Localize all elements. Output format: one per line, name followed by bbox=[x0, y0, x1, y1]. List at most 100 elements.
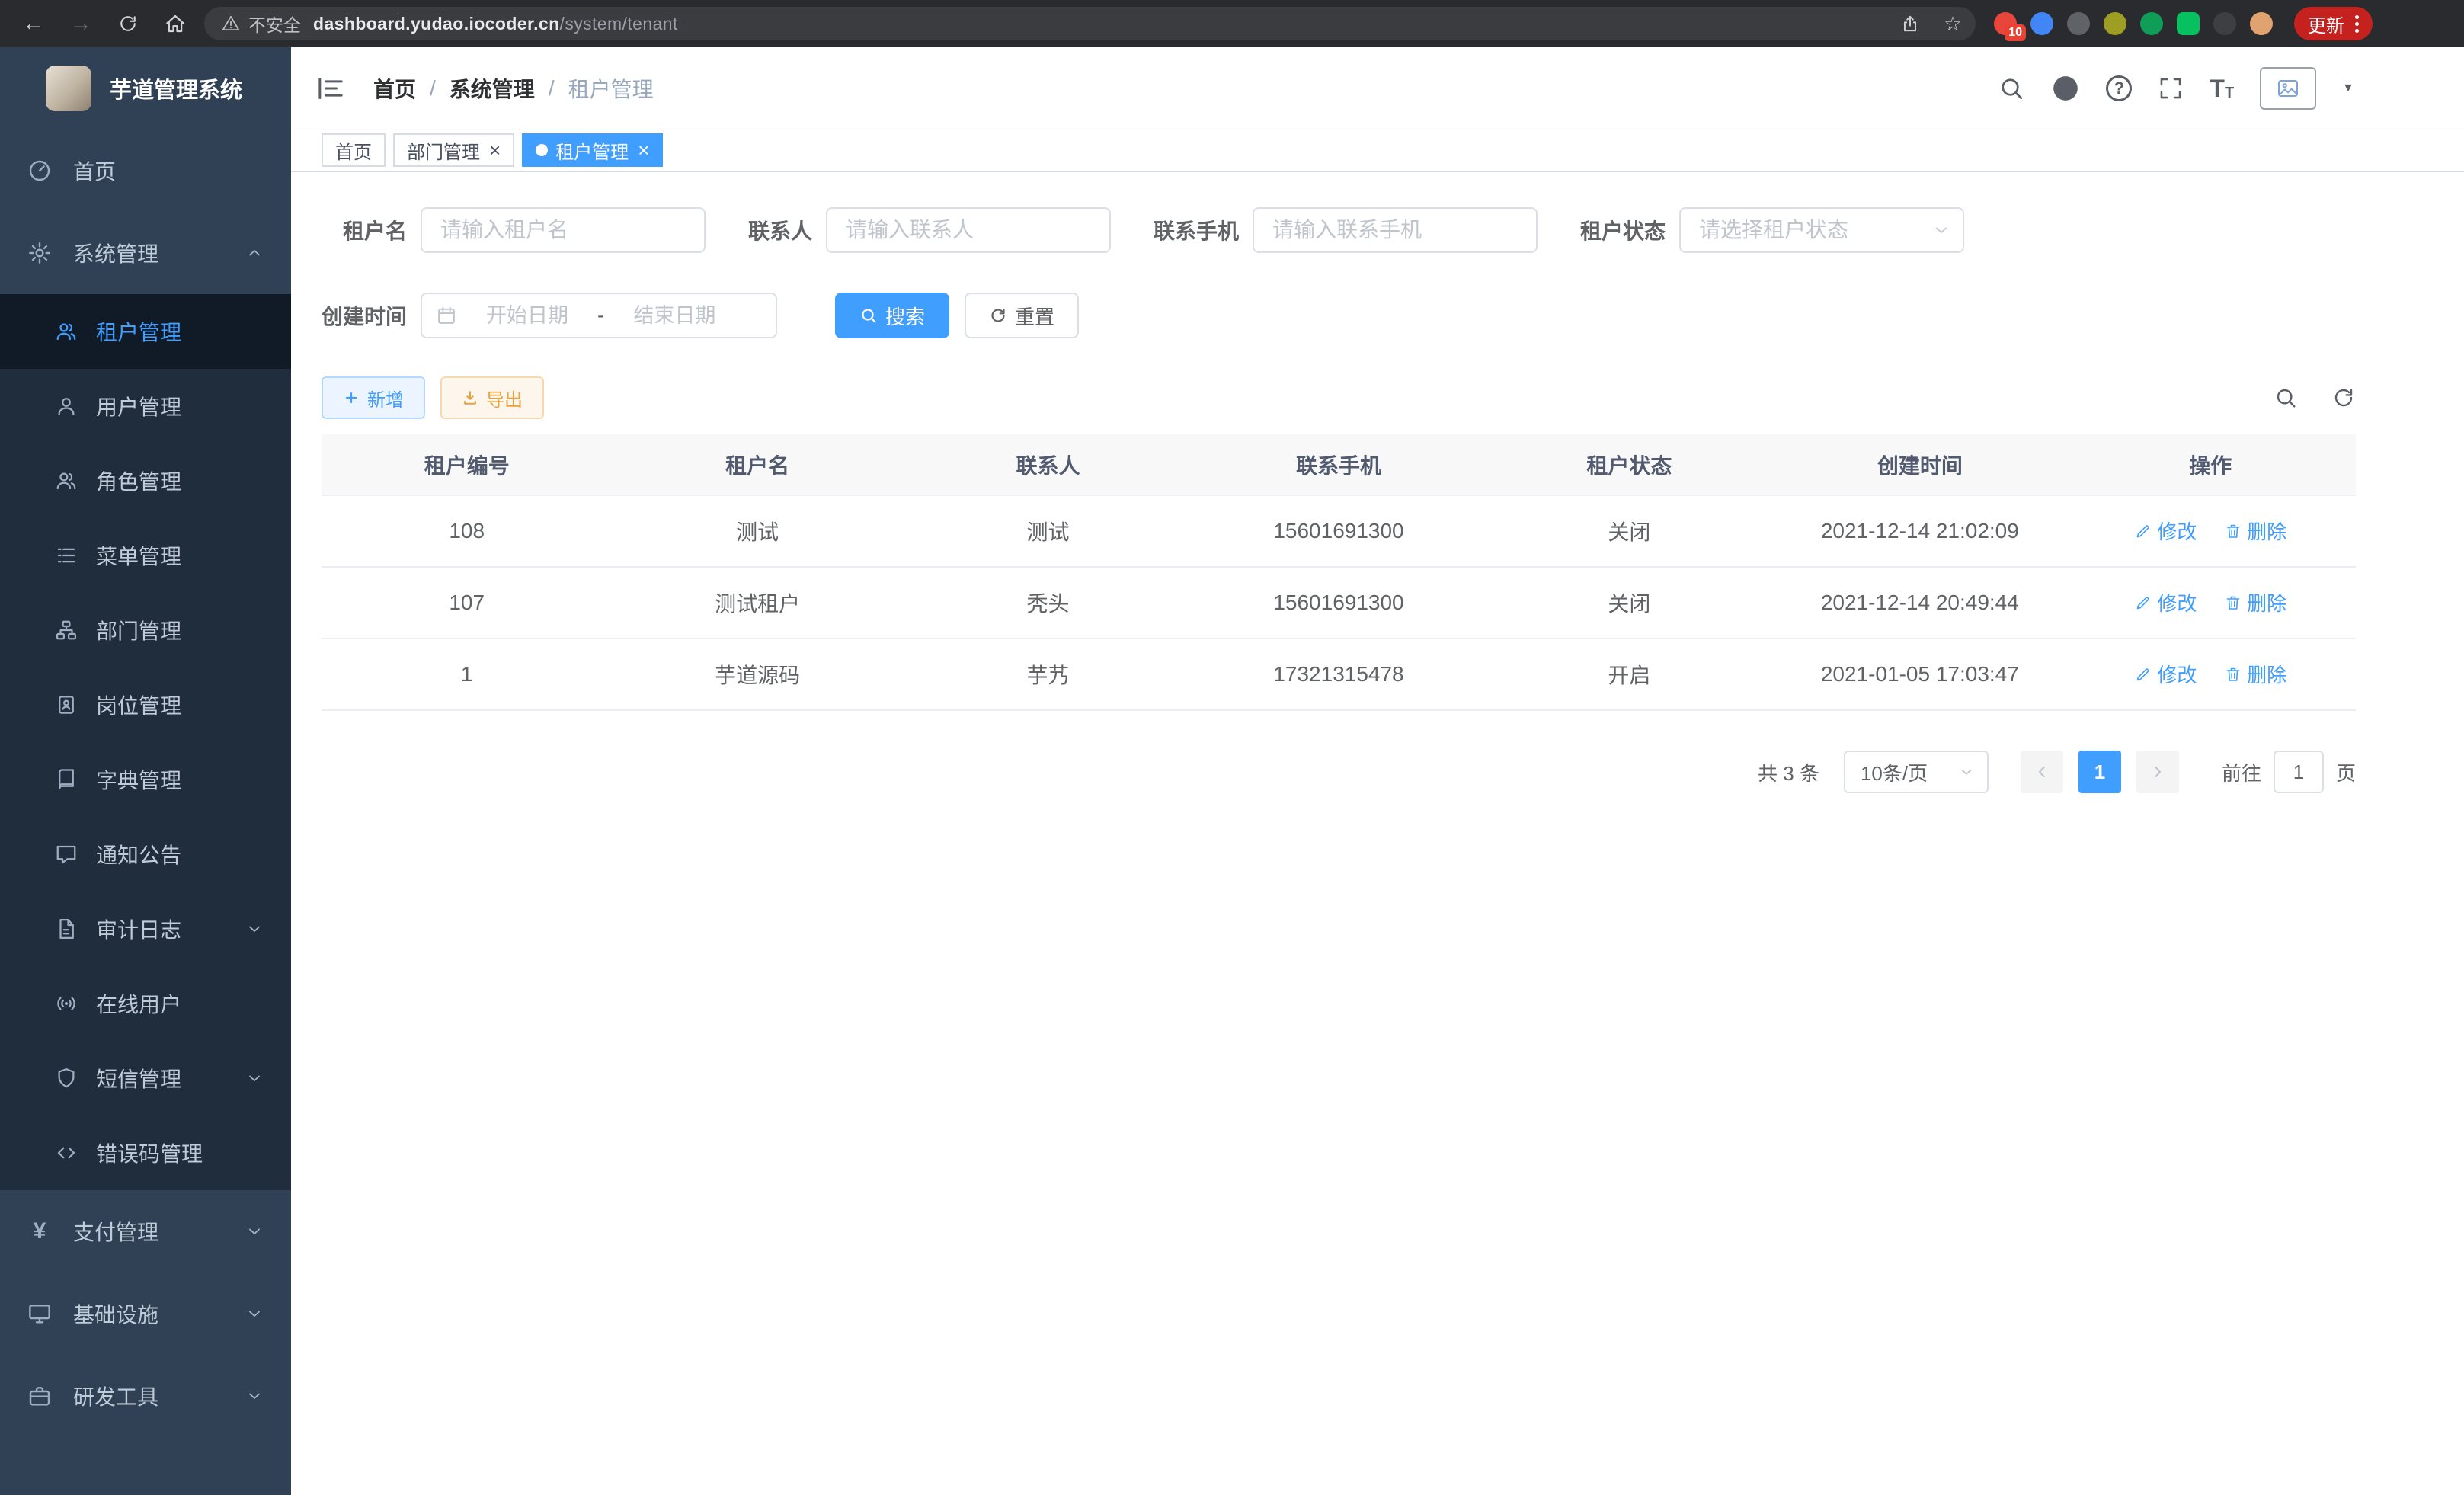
menu-label: 通知公告 bbox=[96, 839, 181, 869]
warning-icon bbox=[221, 14, 241, 34]
search-button[interactable]: 搜索 bbox=[835, 293, 949, 338]
status-select[interactable] bbox=[1679, 207, 1964, 253]
sidebar-item-role[interactable]: 角色管理 bbox=[0, 443, 291, 518]
goto-page-input[interactable] bbox=[2274, 751, 2324, 793]
cell-actions: 修改 删除 bbox=[2066, 567, 2356, 639]
fullscreen-icon bbox=[2158, 75, 2184, 101]
tab-tenant[interactable]: 租户管理 × bbox=[522, 133, 663, 167]
cell-tenant-name: 测试租户 bbox=[612, 567, 902, 639]
tab-dept[interactable]: 部门管理 × bbox=[393, 133, 514, 167]
sidebar-item-payment[interactable]: ¥ 支付管理 bbox=[0, 1190, 291, 1273]
date-range-picker[interactable]: - bbox=[421, 293, 777, 338]
list-icon bbox=[55, 544, 78, 567]
phone-input[interactable] bbox=[1253, 207, 1538, 253]
browser-profile-avatar[interactable] bbox=[2250, 12, 2273, 35]
sidebar-item-dept[interactable]: 部门管理 bbox=[0, 593, 291, 667]
browser-update-button[interactable]: 更新 bbox=[2294, 7, 2373, 40]
breadcrumb-home[interactable]: 首页 bbox=[373, 73, 416, 104]
browser-address-bar[interactable]: 不安全 dashboard.yudao.iocoder.cn/system/te… bbox=[204, 7, 1976, 40]
browser-window: ← → 不安全 dashboard.yudao.iocoder.cn/syste… bbox=[0, 0, 2464, 1495]
edit-link[interactable]: 修改 bbox=[2134, 517, 2197, 545]
shield-icon bbox=[55, 1067, 78, 1090]
sidebar-item-error-code[interactable]: 错误码管理 bbox=[0, 1116, 291, 1190]
active-tab-dot bbox=[536, 144, 548, 156]
header-search-button[interactable] bbox=[1998, 75, 2025, 102]
export-button[interactable]: 导出 bbox=[440, 376, 544, 419]
prev-page-button[interactable] bbox=[2021, 751, 2063, 793]
browser-back-button[interactable]: ← bbox=[15, 5, 52, 42]
sidebar-item-system[interactable]: 系统管理 bbox=[0, 212, 291, 294]
browser-extensions: 10 bbox=[1994, 12, 2273, 35]
app-logo[interactable]: 芋道管理系统 bbox=[0, 47, 291, 130]
share-button[interactable] bbox=[1895, 8, 1925, 39]
tab-label: 部门管理 bbox=[407, 137, 480, 164]
table-header-row: 租户编号 租户名 联系人 联系手机 租户状态 创建时间 操作 bbox=[322, 434, 2356, 495]
fullscreen-button[interactable] bbox=[2158, 75, 2184, 101]
next-page-button[interactable] bbox=[2136, 751, 2179, 793]
toolbox-icon bbox=[27, 1384, 52, 1408]
edit-link[interactable]: 修改 bbox=[2134, 660, 2197, 688]
extension-icon-6[interactable] bbox=[2177, 12, 2200, 35]
chevron-down-icon bbox=[245, 1305, 264, 1323]
search-icon bbox=[1998, 75, 2025, 102]
sidebar-item-audit-log[interactable]: 审计日志 bbox=[0, 892, 291, 966]
search-icon bbox=[859, 306, 878, 325]
sidebar-item-tenant[interactable]: 租户管理 bbox=[0, 294, 291, 369]
sidebar-item-infra[interactable]: 基础设施 bbox=[0, 1273, 291, 1355]
toolbar-right-actions bbox=[2274, 386, 2356, 410]
pencil-icon bbox=[2134, 665, 2152, 683]
breadcrumb-system[interactable]: 系统管理 bbox=[450, 73, 535, 104]
sidebar-item-post[interactable]: 岗位管理 bbox=[0, 667, 291, 742]
delete-link[interactable]: 删除 bbox=[2224, 517, 2286, 545]
user-avatar[interactable] bbox=[2260, 67, 2316, 110]
status-select-input[interactable] bbox=[1679, 207, 1964, 253]
reset-button[interactable]: 重置 bbox=[965, 293, 1079, 338]
export-button-label: 导出 bbox=[486, 385, 523, 411]
close-icon[interactable]: × bbox=[489, 140, 501, 160]
sidebar-item-online-user[interactable]: 在线用户 bbox=[0, 966, 291, 1041]
sidebar-item-home[interactable]: 首页 bbox=[0, 130, 291, 212]
page-size-select[interactable]: 10条/页 bbox=[1844, 751, 1989, 793]
start-date-input[interactable] bbox=[463, 304, 591, 328]
sidebar-item-sms[interactable]: 短信管理 bbox=[0, 1041, 291, 1116]
sidebar-item-menu[interactable]: 菜单管理 bbox=[0, 518, 291, 593]
extension-icon-4[interactable] bbox=[2104, 12, 2126, 35]
help-button[interactable]: ? bbox=[2106, 75, 2132, 101]
bookmark-star-button[interactable]: ☆ bbox=[1938, 8, 1968, 39]
tenant-name-input[interactable] bbox=[421, 207, 706, 253]
browser-forward-button[interactable]: → bbox=[62, 5, 99, 42]
extension-icon-2[interactable] bbox=[2030, 12, 2053, 35]
security-chip[interactable]: 不安全 bbox=[221, 11, 301, 37]
edit-link[interactable]: 修改 bbox=[2134, 588, 2197, 616]
extension-icon-7[interactable] bbox=[2213, 12, 2236, 35]
extension-icon-1[interactable]: 10 bbox=[1994, 12, 2017, 35]
delete-link[interactable]: 删除 bbox=[2224, 588, 2286, 616]
plus-icon bbox=[343, 389, 360, 406]
delete-link[interactable]: 删除 bbox=[2224, 660, 2286, 688]
form-item-tenant-name: 租户名 bbox=[322, 207, 706, 253]
tenant-table: 租户编号 租户名 联系人 联系手机 租户状态 创建时间 操作 108 测试 bbox=[322, 434, 2356, 711]
add-button[interactable]: 新增 bbox=[322, 376, 425, 419]
contact-input[interactable] bbox=[826, 207, 1111, 253]
browser-refresh-button[interactable] bbox=[110, 5, 146, 42]
browser-menu-icon[interactable] bbox=[2355, 15, 2359, 33]
refresh-table-button[interactable] bbox=[2331, 386, 2356, 410]
tab-home[interactable]: 首页 bbox=[322, 133, 386, 167]
github-button[interactable] bbox=[2051, 74, 2080, 103]
breadcrumb-current: 租户管理 bbox=[568, 73, 654, 104]
sidebar-item-notice[interactable]: 通知公告 bbox=[0, 817, 291, 892]
close-icon[interactable]: × bbox=[638, 140, 649, 160]
page-number-button[interactable]: 1 bbox=[2078, 751, 2121, 793]
extension-icon-5[interactable] bbox=[2140, 12, 2163, 35]
update-label: 更新 bbox=[2308, 11, 2344, 37]
end-date-input[interactable] bbox=[610, 304, 738, 328]
sidebar-item-devtools[interactable]: 研发工具 bbox=[0, 1355, 291, 1437]
sidebar-item-dict[interactable]: 字典管理 bbox=[0, 742, 291, 817]
font-size-button[interactable]: TT bbox=[2210, 76, 2234, 101]
browser-home-button[interactable] bbox=[157, 5, 194, 42]
extension-icon-3[interactable] bbox=[2067, 12, 2090, 35]
avatar-dropdown-caret[interactable]: ▼ bbox=[2342, 82, 2354, 95]
toggle-search-button[interactable] bbox=[2274, 386, 2298, 410]
sidebar-item-user[interactable]: 用户管理 bbox=[0, 369, 291, 443]
sidebar-toggle-button[interactable] bbox=[315, 73, 346, 104]
